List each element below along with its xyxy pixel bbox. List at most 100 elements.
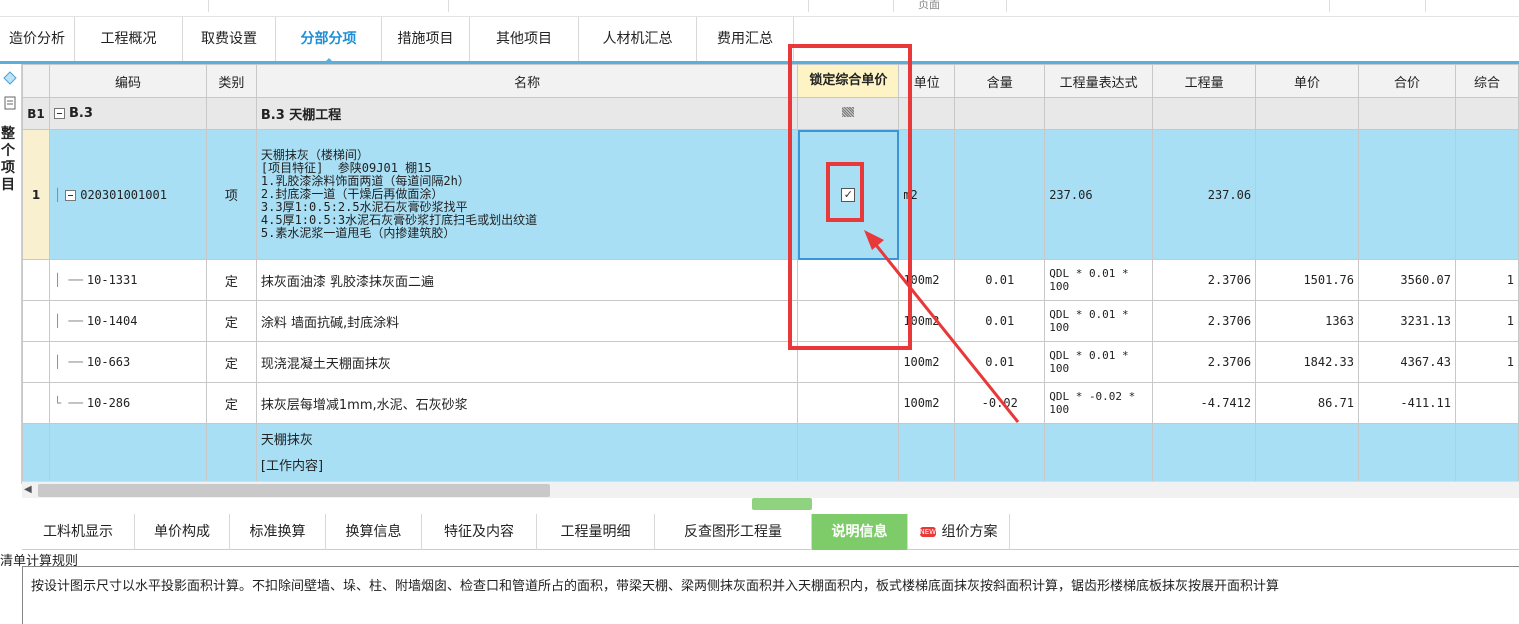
quota-code: 10-286 [86, 396, 131, 410]
group-row[interactable]: B1 B.3 B.3 天棚工程 [22, 97, 1519, 130]
collapse-icon[interactable] [65, 189, 77, 201]
tab-unit-price-composition[interactable]: 单价构成 [135, 514, 230, 550]
header-code[interactable]: 编码 [48, 64, 207, 98]
quota-quantity: 2.3706 [1152, 259, 1257, 301]
tab-measures[interactable]: 措施项目 [382, 17, 470, 61]
tab-other-items[interactable]: 其他项目 [470, 17, 579, 61]
group-code: B.3 [68, 106, 93, 121]
tab-conversion-info[interactable]: 换算信息 [326, 514, 422, 550]
tab-quantity-details[interactable]: 工程量明细 [537, 514, 655, 550]
tab-description-info[interactable]: 说明信息 [812, 514, 908, 550]
quota-quantity: 2.3706 [1152, 341, 1257, 383]
header-total-price[interactable]: 合价 [1358, 64, 1456, 98]
header-quantity[interactable]: 工程量 [1152, 64, 1257, 98]
strip-divider [893, 0, 894, 12]
panel-splitter-handle[interactable] [752, 498, 812, 510]
list-item-row[interactable]: 1 │ 020301001001 项 天棚抹灰（楼梯间） [项目特征] 参陕09J0… [22, 129, 1519, 260]
quota-composite: 1 [1454, 300, 1519, 342]
quota-code: 10-1331 [86, 273, 138, 287]
tab-pricing-scheme[interactable]: NEW 组价方案 [908, 514, 1010, 550]
quota-name: 抹灰层每增减1mm,水泥、石灰砂浆 [255, 382, 799, 424]
quota-code: 10-1404 [86, 314, 138, 328]
item-name[interactable]: 天棚抹灰（楼梯间） [项目特征] 参陕09J01 棚15 1.乳胶漆涂料饰面两道（每… [255, 129, 799, 260]
highlight-box-checkbox [826, 162, 864, 222]
tab-fee-settings[interactable]: 取费设置 [183, 17, 276, 61]
collapse-icon[interactable] [53, 108, 65, 119]
quota-total: 3231.13 [1358, 300, 1456, 342]
header-composite[interactable]: 综合 [1454, 64, 1519, 98]
quota-unit-price: 86.71 [1255, 382, 1360, 424]
tab-cost-analysis[interactable]: 造价分析 [0, 17, 75, 61]
header-content[interactable]: 含量 [954, 64, 1046, 98]
expression-line: QDL * 0.01 * [1049, 349, 1129, 362]
document-icon[interactable] [3, 96, 17, 110]
strip-partial-text: 页面 [918, 0, 940, 11]
tab-labor-material[interactable]: 工料机显示 [22, 514, 135, 550]
quota-code: 10-663 [86, 355, 131, 369]
description-panel[interactable]: 按设计图示尺寸以水平投影面积计算。不扣除间壁墙、垛、柱、附墙烟囱、检查口和管道所… [22, 566, 1519, 624]
tab-reverse-lookup[interactable]: 反查图形工程量 [655, 514, 812, 550]
item-type: 项 [205, 129, 257, 260]
table-row[interactable]: │ ── 10-663 定 现浇混凝土天棚面抹灰 100m2 0.01 QDL *… [22, 341, 1519, 383]
quota-type: 定 [205, 259, 257, 301]
quota-total: 3560.07 [1358, 259, 1456, 301]
tab-labor-material-summary[interactable]: 人材机汇总 [579, 17, 697, 61]
table-row[interactable]: │ ── 10-1331 定 抹灰面油漆 乳胶漆抹灰面二遍 100m2 0.01 … [22, 259, 1519, 301]
row-number: 1 [22, 129, 50, 260]
description-text: 按设计图示尺寸以水平投影面积计算。不扣除间壁墙、垛、柱、附墙烟囱、检查口和管道所… [31, 579, 1280, 594]
header-type[interactable]: 类别 [205, 64, 257, 98]
quota-unit-price: 1363 [1255, 300, 1360, 342]
quota-expression[interactable]: QDL * -0.02 * 100 [1044, 382, 1154, 424]
whole-project-label: 整个项目 [1, 126, 15, 193]
group-code-cell: B.3 [48, 97, 207, 130]
scroll-left-icon[interactable]: ◀ [24, 484, 32, 495]
header-rownum [22, 64, 50, 98]
expression-line: QDL * 0.01 * [1049, 267, 1129, 280]
quota-name: 涂料 墙面抗碱,封底涂料 [255, 300, 799, 342]
quota-name: 现浇混凝土天棚面抹灰 [255, 341, 799, 383]
header-unit-price[interactable]: 单价 [1255, 64, 1360, 98]
item-name[interactable]: 天棚抹灰 [工作内容] [255, 423, 799, 481]
horizontal-scrollbar[interactable]: ◀ [22, 481, 1519, 498]
quota-composite: 1 [1454, 341, 1519, 383]
lock-price-cell[interactable] [797, 382, 900, 424]
quota-expression[interactable]: QDL * 0.01 * 100 [1044, 300, 1154, 342]
row-number: B1 [22, 97, 50, 130]
tab-cost-summary[interactable]: 费用汇总 [697, 17, 794, 61]
quota-unit-price: 1501.76 [1255, 259, 1360, 301]
tab-sub-items[interactable]: 分部分项 [276, 17, 382, 64]
group-name: B.3 天棚工程 [255, 97, 799, 130]
scrollbar-thumb[interactable] [38, 484, 550, 497]
tab-pricing-scheme-label: 组价方案 [941, 524, 998, 540]
tab-standard-conversion[interactable]: 标准换算 [230, 514, 326, 550]
list-item-row[interactable]: 天棚抹灰 [工作内容] [22, 423, 1519, 481]
quota-expression[interactable]: QDL * 0.01 * 100 [1044, 341, 1154, 383]
detail-tab-bar: 工料机显示 单价构成 标准换算 换算信息 特征及内容 工程量明细 反查图形工程量… [22, 514, 1519, 550]
sub-items-grid[interactable]: 编码 类别 名称 锁定综合单价 单位 含量 工程量表达式 工程量 单价 合价 综… [22, 64, 1519, 481]
quota-type: 定 [205, 300, 257, 342]
quota-expression[interactable]: QDL * 0.01 * 100 [1044, 259, 1154, 301]
expression-line: QDL * -0.02 * [1049, 390, 1136, 403]
top-strip: 页面 [0, 0, 1519, 17]
table-row[interactable]: └ ── 10-286 定 抹灰层每增减1mm,水泥、石灰砂浆 100m2 -0.… [22, 382, 1519, 424]
items-table: 编码 类别 名称 锁定综合单价 单位 含量 工程量表达式 工程量 单价 合价 综… [22, 64, 1519, 481]
quota-composite: 1 [1454, 259, 1519, 301]
item-expression[interactable]: 237.06 [1044, 129, 1154, 260]
header-expression[interactable]: 工程量表达式 [1044, 64, 1154, 98]
strip-divider [1329, 0, 1330, 12]
project-tree-sidebar[interactable]: 整个项目 [0, 64, 22, 484]
quota-content: 0.01 [954, 341, 1046, 383]
tab-features-content[interactable]: 特征及内容 [422, 514, 537, 550]
item-name-line: [工作内容] [260, 459, 324, 474]
header-name[interactable]: 名称 [255, 64, 799, 98]
item-quantity: 237.06 [1152, 129, 1257, 260]
quota-composite [1454, 382, 1519, 424]
quota-total: -411.11 [1358, 382, 1456, 424]
table-row[interactable]: │ ── 10-1404 定 涂料 墙面抗碱,封底涂料 100m2 0.01 QD… [22, 300, 1519, 342]
quota-content: 0.01 [954, 300, 1046, 342]
diamond-icon[interactable] [3, 71, 17, 85]
tab-project-overview[interactable]: 工程概况 [75, 17, 183, 61]
item-code: 020301001001 [80, 187, 167, 202]
item-code-cell: │ 020301001001 [48, 129, 207, 260]
new-badge-icon: NEW [919, 527, 937, 537]
